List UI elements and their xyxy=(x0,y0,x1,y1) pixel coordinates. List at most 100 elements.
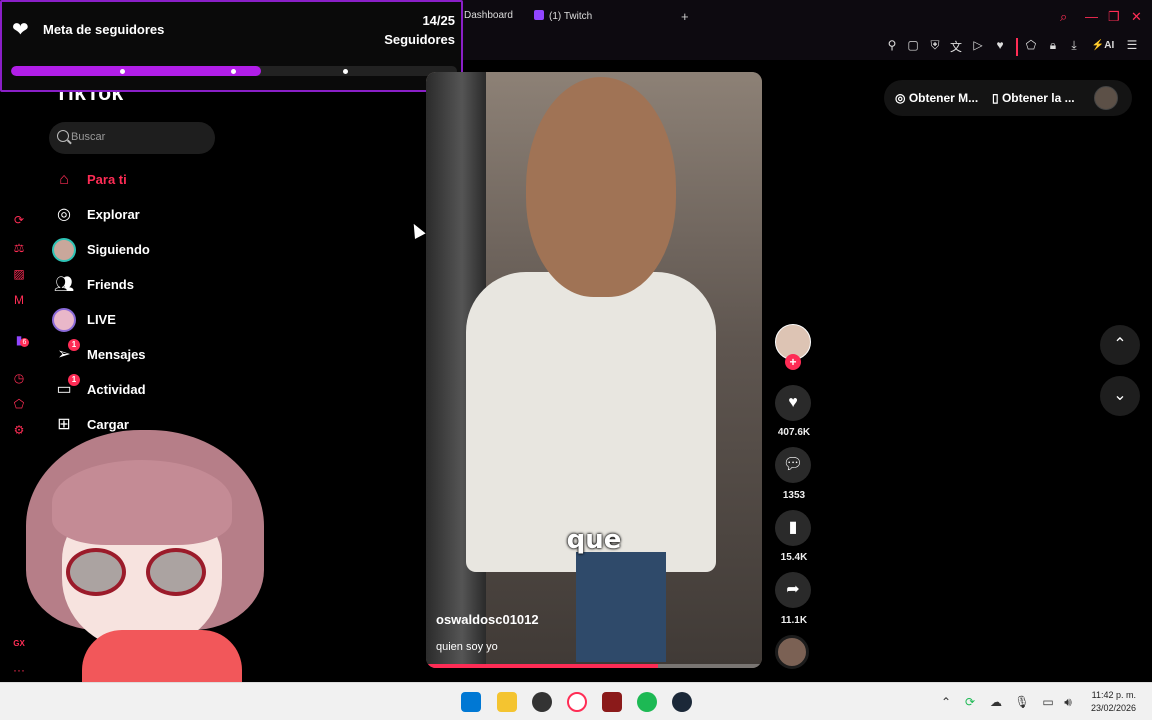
coin-icon: ◎ xyxy=(895,91,909,105)
play-icon[interactable]: ▷ xyxy=(970,38,986,52)
previous-video-button[interactable]: ⌃ xyxy=(1100,325,1140,365)
save-count: 15.4K xyxy=(780,552,808,563)
get-app-label: Obtener la ... xyxy=(1001,91,1075,105)
comment-button[interactable]: 💬︎ xyxy=(775,447,811,483)
bag-icon[interactable]: ⚖ xyxy=(11,240,27,256)
video-progress-fill xyxy=(426,664,658,668)
nav-friends[interactable]: 👥︎ Friends xyxy=(52,271,252,299)
nav-label: Mensajes xyxy=(87,347,146,362)
extensions-icon[interactable]: ⬠ xyxy=(1023,38,1039,52)
search-icon xyxy=(57,130,69,142)
new-tab-button[interactable]: + xyxy=(681,9,689,24)
search-input[interactable]: Buscar xyxy=(49,122,215,154)
get-coins-label: Obtener M... xyxy=(908,91,979,105)
next-video-button[interactable]: ⌄ xyxy=(1100,376,1140,416)
like-button[interactable]: ♥ xyxy=(775,385,811,421)
chevron-down-icon: ⌄ xyxy=(1113,387,1127,404)
nav-live[interactable]: LIVE xyxy=(52,306,252,334)
video-person-face xyxy=(526,77,676,297)
avatar-glasses-left xyxy=(66,548,126,596)
bookmark-icon: ▮ xyxy=(788,519,798,536)
nav-label: Friends xyxy=(87,277,134,292)
search-tabs-icon[interactable]: ⌕ xyxy=(1060,9,1067,25)
nav-mensajes[interactable]: ➢ 1 Mensajes xyxy=(52,339,252,369)
download-icon[interactable]: ⤓ xyxy=(1066,38,1082,53)
follow-button[interactable]: + xyxy=(785,354,801,370)
save-button[interactable]: ▮ xyxy=(775,510,811,546)
nav-explorar[interactable]: ◎ Explorar xyxy=(52,201,252,229)
microphone-icon[interactable]: 🎙︎ xyxy=(1014,695,1030,709)
translate-icon[interactable]: 文 xyxy=(948,38,964,55)
get-coins-button[interactable]: ◎ Obtener M... xyxy=(895,91,978,105)
goal-milestone-dot xyxy=(343,69,348,74)
refresh-icon[interactable]: ⟳ xyxy=(11,212,27,228)
share-icon: ➦ xyxy=(786,581,800,598)
nav-siguiendo[interactable]: Siguiendo xyxy=(52,236,252,264)
mail-icon[interactable]: M xyxy=(11,292,27,308)
search-placeholder: Buscar xyxy=(71,131,106,143)
nav-para-ti[interactable]: ⌂ Para ti xyxy=(52,166,252,194)
clock[interactable]: 11:42 p. m. 23/02/2026 xyxy=(1091,689,1136,715)
chevron-up-icon[interactable]: ⌃ xyxy=(938,695,954,709)
nav-label: Actividad xyxy=(87,382,146,397)
opera-gx-icon[interactable] xyxy=(567,692,587,712)
pin-icon[interactable]: ⚲ xyxy=(884,38,900,52)
heart-icon[interactable]: ♥ xyxy=(992,38,1008,52)
extensions-side-icon[interactable]: ⬠ xyxy=(11,396,27,412)
clock-date: 23/02/2026 xyxy=(1090,703,1136,713)
nav-actividad[interactable]: ▭ 1 Actividad xyxy=(52,374,252,404)
vivaldi-icon[interactable] xyxy=(602,692,622,712)
windows-icon[interactable] xyxy=(461,692,481,712)
toolbar-divider xyxy=(1016,38,1018,56)
volume-icon[interactable]: 🔊︎ xyxy=(1060,695,1076,710)
network-icon[interactable]: ▭ xyxy=(1040,695,1056,709)
tab-twitch[interactable]: (1) Twitch xyxy=(534,10,592,22)
obs-icon[interactable] xyxy=(532,692,552,712)
share-button[interactable]: ➦ xyxy=(775,572,811,608)
file-explorer-icon[interactable] xyxy=(497,692,517,712)
video-player[interactable]: que oswaldosc01012 quien soy yo xyxy=(426,72,762,668)
tab-label: (1) Twitch xyxy=(549,11,593,22)
close-button[interactable]: ✕ xyxy=(1131,9,1142,25)
spotify-icon[interactable] xyxy=(637,692,657,712)
avatar-glasses-right xyxy=(146,548,206,596)
home-icon: ⌂ xyxy=(59,171,69,188)
profile-avatar[interactable] xyxy=(1094,86,1118,110)
tab-dashboard[interactable]: Dashboard xyxy=(464,10,513,21)
lock-icon[interactable]: 🔒︎ xyxy=(1045,38,1061,53)
shield-icon[interactable]: ⛨ xyxy=(927,38,943,53)
cube-icon[interactable]: ▨ xyxy=(11,266,27,282)
twitch-icon[interactable]: ▮ 6 xyxy=(11,332,29,348)
nav-label: Para ti xyxy=(87,172,127,187)
mouse-cursor xyxy=(408,221,426,239)
goal-milestone-dot xyxy=(231,69,236,74)
video-username[interactable]: oswaldosc01012 xyxy=(436,612,539,627)
get-app-button[interactable]: ▯ Obtener la ... xyxy=(992,91,1075,105)
ai-icon[interactable]: ⚡AI xyxy=(1090,40,1116,51)
update-icon[interactable]: ⟳ xyxy=(962,695,978,709)
notification-badge: 1 xyxy=(68,374,80,386)
twitch-icon xyxy=(534,10,544,20)
sound-disc[interactable] xyxy=(775,635,809,669)
windows-taskbar: ⌃ ⟳ ☁ 🎙︎ ▭ 🔊︎ 11:42 p. m. 23/02/2026 xyxy=(0,682,1152,720)
heart-icon: ♥ xyxy=(788,394,798,411)
menu-icon[interactable]: ☰ xyxy=(1124,38,1140,52)
avatar-hoodie xyxy=(82,630,242,690)
video-progress-bar[interactable] xyxy=(426,664,762,668)
clock-time: 11:42 p. m. xyxy=(1091,690,1136,700)
cloud-icon[interactable]: ☁ xyxy=(988,695,1004,709)
chevron-up-icon: ⌃ xyxy=(1113,336,1127,353)
restore-button[interactable]: ❐ xyxy=(1108,9,1120,25)
goal-progress-bar xyxy=(11,66,457,76)
comment-count: 1353 xyxy=(782,490,806,501)
history-icon[interactable]: ◷ xyxy=(11,370,27,386)
minimize-button[interactable]: — xyxy=(1085,9,1098,24)
nav-label: LIVE xyxy=(87,312,116,327)
friends-icon: 👥︎ xyxy=(53,276,75,293)
video-description: quien soy yo xyxy=(436,641,498,653)
compass-icon: ◎ xyxy=(57,206,71,223)
steam-icon[interactable] xyxy=(672,692,692,712)
snapshot-icon[interactable]: ▢ xyxy=(905,38,921,52)
follower-goal-widget: ❤ Meta de seguidores 14/25 Seguidores xyxy=(0,0,463,92)
goal-subtitle: Seguidores xyxy=(384,32,455,47)
